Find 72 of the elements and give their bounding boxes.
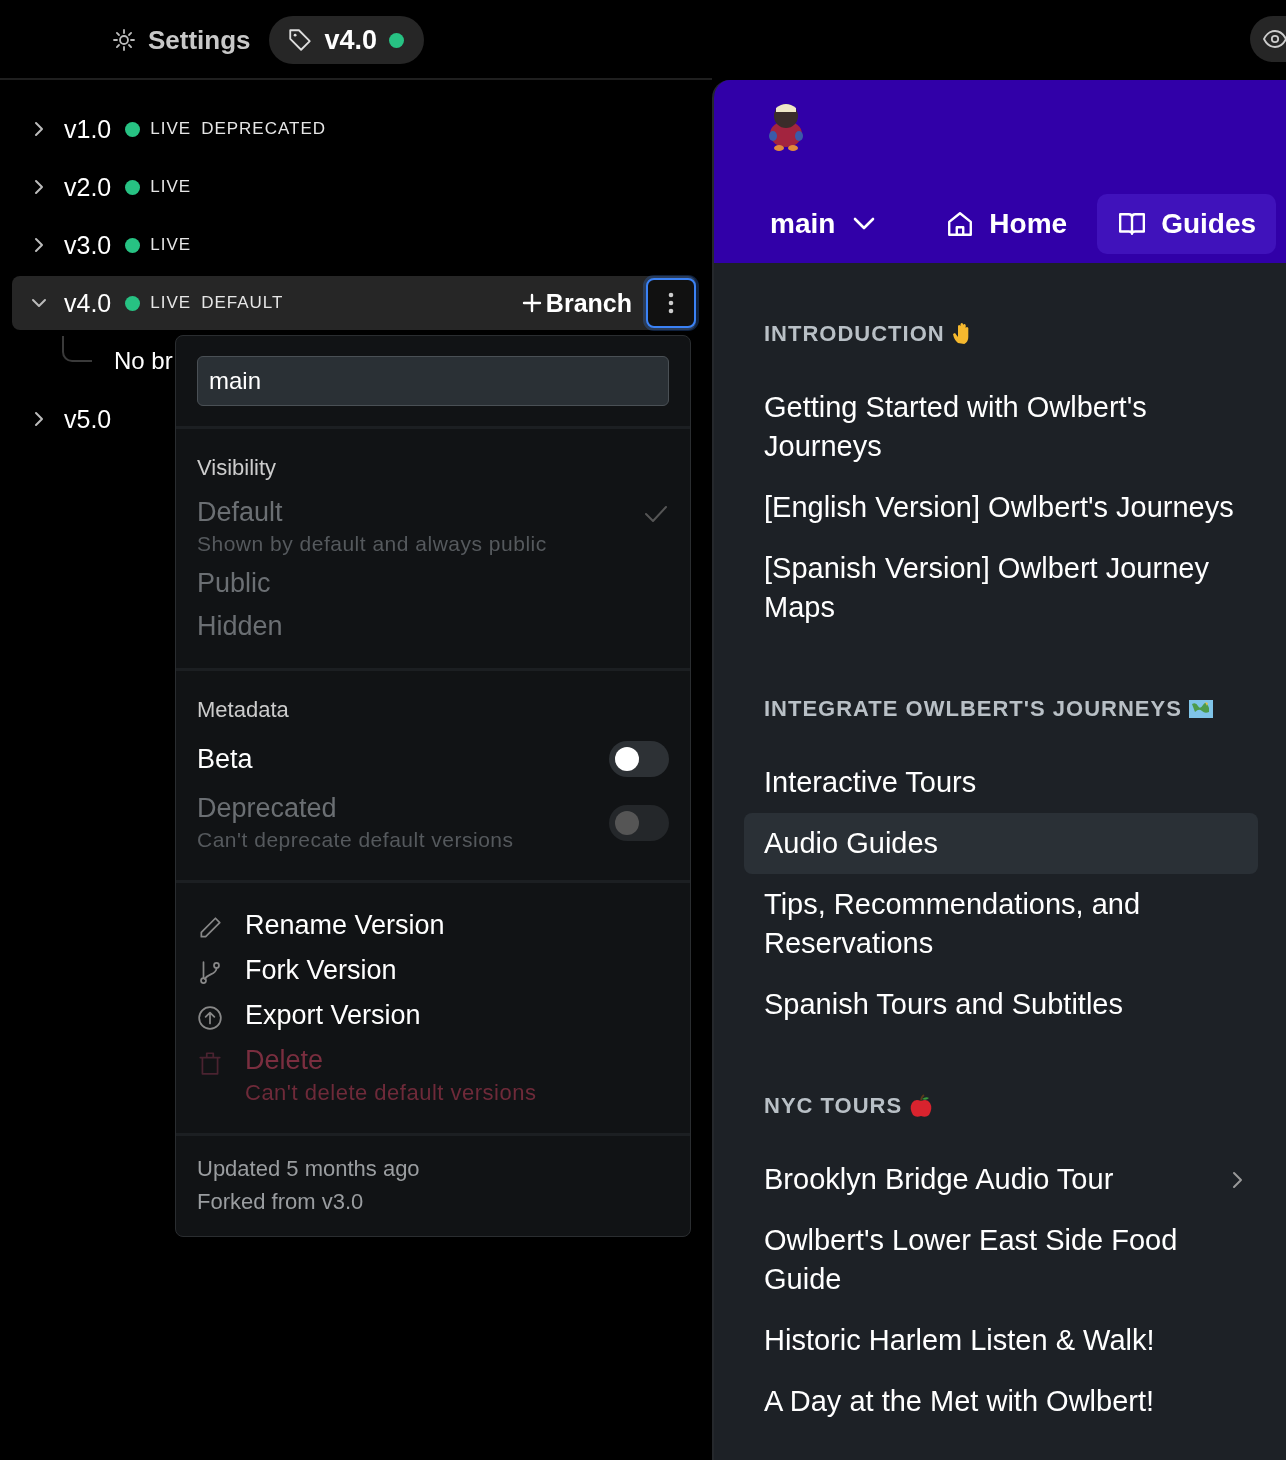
version-tag: LIVE	[150, 177, 192, 197]
meta-text: Updated 5 months ago	[197, 1155, 421, 1183]
more-button[interactable]	[646, 278, 696, 328]
nav-item[interactable]: Getting Started with Owlbert's Journeys	[744, 377, 1258, 477]
version-tag: LIVE	[150, 235, 192, 255]
section-title: Metadata	[197, 697, 290, 723]
nav-item[interactable]: Historic Harlem Listen & Walk!	[744, 1310, 1258, 1371]
version-tag: LIVE	[150, 119, 192, 139]
version-tag: LIVE	[150, 293, 192, 313]
nav-item[interactable]: A Day at the Met with Owlbert!	[744, 1371, 1258, 1432]
option-description: Shown by default and always public	[197, 532, 548, 556]
section-heading: INTRODUCTION	[764, 321, 945, 347]
nav-item[interactable]: [Spanish Version] Owlbert Journey Maps	[744, 538, 1258, 638]
version-label: v1.0	[64, 114, 112, 144]
tree-connector	[62, 336, 92, 362]
option-label: Public	[197, 568, 272, 599]
mascot-icon	[769, 104, 803, 151]
name-field[interactable]: main	[197, 356, 669, 406]
menu-item[interactable]: Export Version	[197, 993, 669, 1038]
nav-item[interactable]: Spanish Tours and Subtitles	[744, 974, 1258, 1035]
section-heading: INTEGRATE OWLBERT'S JOURNEYS	[764, 696, 1182, 722]
section-title: Visibility	[197, 455, 278, 481]
upload-icon	[197, 1005, 223, 1031]
version-label: v4.0	[324, 24, 378, 56]
book-icon	[1117, 210, 1148, 238]
nav-tab[interactable]: Home	[925, 194, 1088, 254]
menu-item-label: Delete	[245, 1045, 325, 1076]
version-row[interactable]: v1.0 LIVE DEPRECATED	[12, 100, 696, 158]
settings-button[interactable]: Settings	[112, 24, 251, 56]
toggle-label: Deprecated	[197, 793, 338, 824]
version-tag: DEPRECATED	[201, 119, 327, 139]
plus-icon	[521, 293, 542, 313]
version-row[interactable]: v4.0 LIVE DEFAULT Branch	[12, 276, 696, 330]
nav-item[interactable]: Tips, Recommendations, and Reservations	[744, 874, 1258, 974]
nav-item[interactable]: Brooklyn Bridge Audio Tour	[744, 1149, 1258, 1210]
option-label: Default	[197, 497, 284, 528]
section-heading: NYC TOURS	[764, 1093, 903, 1119]
pencil-icon	[197, 915, 223, 941]
version-label: v3.0	[64, 230, 112, 260]
menu-item-label: Fork Version	[245, 955, 397, 986]
toggle-switch[interactable]	[609, 741, 669, 777]
version-row[interactable]: v3.0 LIVE	[12, 216, 696, 274]
meta-text: Forked from v3.0	[197, 1188, 365, 1216]
trash-icon	[197, 1050, 223, 1076]
kebab-icon	[668, 291, 674, 315]
menu-item-label: Export Version	[245, 1000, 421, 1031]
version-row[interactable]: v2.0 LIVE	[12, 158, 696, 216]
option-label: Hidden	[197, 611, 284, 642]
branch-icon	[197, 960, 223, 986]
nav-item[interactable]: Audio Guides	[744, 813, 1258, 874]
toggle-label: Beta	[197, 743, 254, 775]
nav-tab[interactable]: Guides	[1097, 194, 1277, 254]
version-label: v5.0	[64, 404, 112, 434]
version-badge[interactable]: v4.0	[268, 16, 425, 64]
gear-icon	[112, 28, 136, 52]
version-label: v2.0	[64, 172, 112, 202]
menu-item-label: Rename Version	[245, 910, 445, 941]
nav-item[interactable]: [English Version] Owlbert's Journeys	[744, 477, 1258, 538]
menu-item[interactable]: Fork Version	[197, 948, 669, 993]
eye-icon	[1262, 29, 1286, 49]
toggle-description: Can't deprecate default versions	[197, 828, 515, 852]
version-label: v4.0	[64, 288, 112, 318]
menu-item-description: Can't delete default versions	[245, 1080, 537, 1106]
branch-button[interactable]: Branch	[521, 288, 632, 318]
tag-icon	[286, 27, 313, 53]
nav-item[interactable]: Interactive Tours	[744, 752, 1258, 813]
menu-item[interactable]: Rename Version	[197, 903, 669, 948]
branch-selector[interactable]: main	[760, 200, 886, 248]
branch-label[interactable]: No br	[114, 347, 173, 375]
chevron-down-icon	[853, 217, 876, 231]
version-tag: DEFAULT	[201, 293, 284, 313]
nav-item[interactable]: Owlbert's Lower East Side Food Guide	[744, 1210, 1258, 1310]
